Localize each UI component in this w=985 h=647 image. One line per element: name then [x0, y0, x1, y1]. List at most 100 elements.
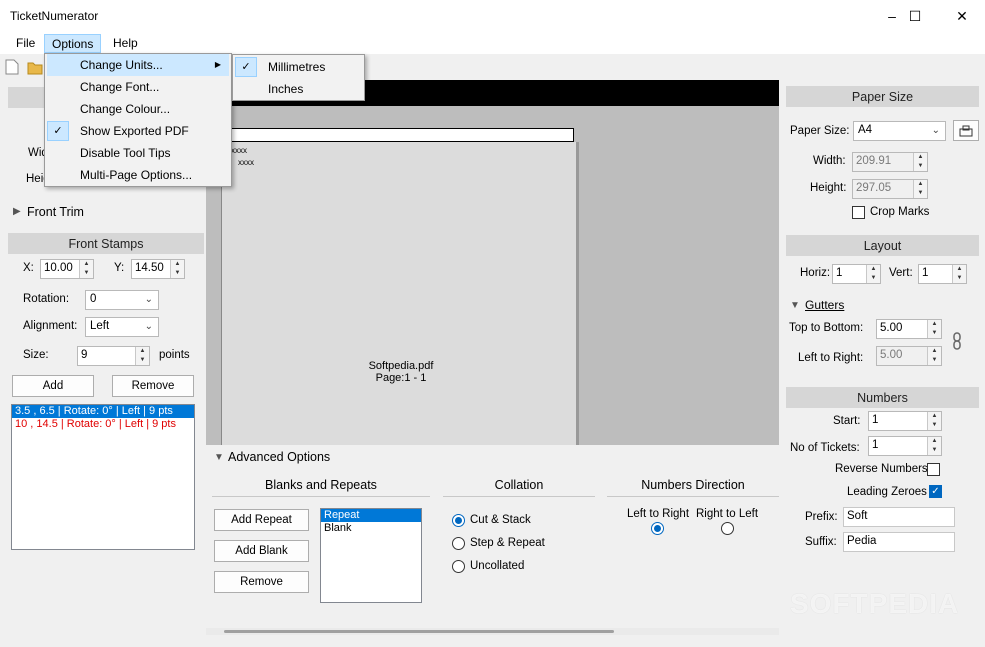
left-right-stepper: 5.00 ▲ ▼: [876, 346, 942, 366]
start-value: 1: [872, 414, 879, 426]
list-item[interactable]: 3.5 , 6.5 | Rotate: 0° | Left | 9 pts: [12, 405, 194, 418]
size-spin-buttons[interactable]: ▲ ▼: [135, 347, 149, 365]
vert-spin-buttons[interactable]: ▲ ▼: [952, 265, 966, 283]
vert-value: 1: [922, 267, 929, 279]
height-value: 297.05: [856, 182, 892, 194]
stamp-mark: xxxx: [231, 146, 247, 155]
front-trim-toggle[interactable]: Front Trim: [27, 205, 84, 219]
menu-item-inches[interactable]: Inches: [235, 78, 303, 100]
menu-item-millimetres[interactable]: Millimetres: [235, 56, 325, 78]
alignment-combo[interactable]: Left ⌄: [85, 317, 159, 337]
gutters-collapse-icon[interactable]: ▼: [790, 300, 800, 311]
collation-header: Collation: [494, 478, 544, 492]
collation-radio-uncollated[interactable]: [452, 560, 465, 573]
vert-stepper[interactable]: 1 ▲ ▼: [918, 264, 967, 284]
list-item[interactable]: Blank: [321, 522, 421, 535]
list-item[interactable]: 10 , 14.5 | Rotate: 0° | Left | 9 pts: [12, 418, 194, 431]
preview-page: xxxx xxxx Softpedia.pdf Page:1 - 1: [221, 142, 579, 445]
add-stamp-button[interactable]: Add: [12, 375, 94, 397]
horiz-spin-buttons[interactable]: ▲ ▼: [866, 265, 880, 283]
top-bottom-stepper[interactable]: 5.00 ▲ ▼: [876, 319, 942, 339]
preview-page-info: Page:1 - 1: [375, 372, 427, 384]
menu-item-multi-page-options[interactable]: Multi-Page Options...: [47, 164, 192, 186]
size-value: 9: [81, 349, 88, 361]
direction-radio-right-left[interactable]: [721, 522, 734, 535]
remove-blank-button[interactable]: Remove: [214, 571, 309, 593]
start-stepper[interactable]: 1 ▲ ▼: [868, 411, 942, 431]
prefix-input[interactable]: Soft: [843, 507, 955, 527]
blanks-header: Blanks and Repeats: [265, 478, 377, 492]
tickets-label: No of Tickets:: [790, 442, 860, 454]
horiz-label: Horiz:: [800, 267, 831, 279]
x-value: 10.00: [44, 262, 73, 274]
stamps-list[interactable]: 3.5 , 6.5 | Rotate: 0° | Left | 9 pts 10…: [11, 404, 195, 550]
paper-size-combo[interactable]: A4 ⌄: [853, 121, 946, 141]
horizontal-scrollbar[interactable]: [206, 628, 779, 635]
x-spin-buttons[interactable]: ▲ ▼: [79, 260, 93, 278]
divider: [212, 496, 430, 497]
rotation-combo[interactable]: 0 ⌄: [85, 290, 159, 310]
vert-label: Vert:: [889, 267, 913, 279]
advanced-options-toggle[interactable]: Advanced Options: [228, 450, 330, 464]
crop-marks-checkbox[interactable]: [852, 206, 865, 219]
top-bottom-label: Top to Bottom:: [789, 322, 864, 334]
y-spin-buttons[interactable]: ▲ ▼: [170, 260, 184, 278]
chevron-down-icon: ⌄: [144, 294, 153, 305]
units-submenu: ✓ Millimetres Inches: [232, 54, 365, 101]
collation-radio-step-repeat[interactable]: [452, 537, 465, 550]
menu-item-show-exported-pdf[interactable]: Show Exported PDF: [47, 120, 189, 142]
menu-help[interactable]: Help: [106, 34, 145, 53]
advanced-collapse-icon[interactable]: ▼: [214, 452, 224, 463]
open-folder-icon[interactable]: [27, 59, 43, 75]
horiz-stepper[interactable]: 1 ▲ ▼: [832, 264, 881, 284]
horiz-value: 1: [836, 267, 843, 279]
left-right-spin-buttons: ▲ ▼: [927, 347, 941, 365]
direction-label: Right to Left: [696, 508, 759, 520]
y-stepper[interactable]: 14.50 ▲ ▼: [131, 259, 185, 279]
tickets-spin-buttons[interactable]: ▲ ▼: [927, 437, 941, 455]
size-unit: points: [159, 349, 190, 361]
blanks-list[interactable]: Repeat Blank: [320, 508, 422, 603]
width-spin-buttons: ▲ ▼: [913, 153, 927, 171]
menu-item-disable-tool-tips[interactable]: Disable Tool Tips: [47, 142, 171, 164]
scrollbar-thumb[interactable]: [224, 630, 614, 633]
leading-zeroes-checkbox[interactable]: ✓: [929, 485, 942, 498]
leading-zeroes-label: Leading Zeroes: [847, 486, 927, 498]
menu-item-change-colour[interactable]: Change Colour...: [47, 98, 170, 120]
size-stepper[interactable]: 9 ▲ ▼: [77, 346, 150, 366]
stamp-mark: xxxx: [238, 158, 254, 167]
preview-area[interactable]: xxxx xxxx Softpedia.pdf Page:1 - 1: [206, 80, 779, 445]
x-stepper[interactable]: 10.00 ▲ ▼: [40, 259, 94, 279]
layout-header: Layout: [786, 235, 979, 256]
submenu-arrow-icon: ▶: [214, 60, 221, 69]
list-item[interactable]: Repeat: [321, 509, 421, 522]
menu-item-change-units[interactable]: Change Units... ▶: [47, 54, 229, 76]
front-stamps-header: Front Stamps: [8, 233, 204, 254]
direction-radio-left-right[interactable]: [651, 522, 664, 535]
close-button[interactable]: ✕: [939, 0, 985, 32]
rotation-label: Rotation:: [23, 293, 70, 305]
suffix-input[interactable]: Pedia: [843, 532, 955, 552]
collation-radio-cut-stack[interactable]: [452, 514, 465, 527]
page-top-sheet: [216, 128, 574, 142]
menu-item-change-font[interactable]: Change Font...: [47, 76, 159, 98]
start-spin-buttons[interactable]: ▲ ▼: [927, 412, 941, 430]
maximize-button[interactable]: ☐: [892, 0, 938, 32]
tickets-stepper[interactable]: 1 ▲ ▼: [868, 436, 942, 456]
height-stepper: 297.05 ▲ ▼: [852, 179, 928, 199]
gutters-toggle[interactable]: Gutters: [805, 298, 844, 312]
new-file-icon[interactable]: [5, 59, 19, 75]
reverse-numbers-checkbox[interactable]: [927, 463, 940, 476]
remove-stamp-button[interactable]: Remove: [112, 375, 194, 397]
add-blank-button[interactable]: Add Blank: [214, 540, 309, 562]
collation-label: Uncollated: [470, 560, 525, 572]
top-bottom-spin-buttons[interactable]: ▲ ▼: [927, 320, 941, 338]
add-repeat-button[interactable]: Add Repeat: [214, 509, 309, 531]
width-stepper: 209.91 ▲ ▼: [852, 152, 928, 172]
front-trim-expand-icon[interactable]: ▶: [13, 206, 21, 217]
menu-file[interactable]: File: [9, 34, 42, 53]
page-setup-button[interactable]: [953, 120, 979, 141]
title-bar: TicketNumerator – ☐ ✕: [0, 0, 985, 32]
link-chain-icon[interactable]: [952, 332, 962, 350]
menu-options[interactable]: Options: [44, 34, 102, 53]
